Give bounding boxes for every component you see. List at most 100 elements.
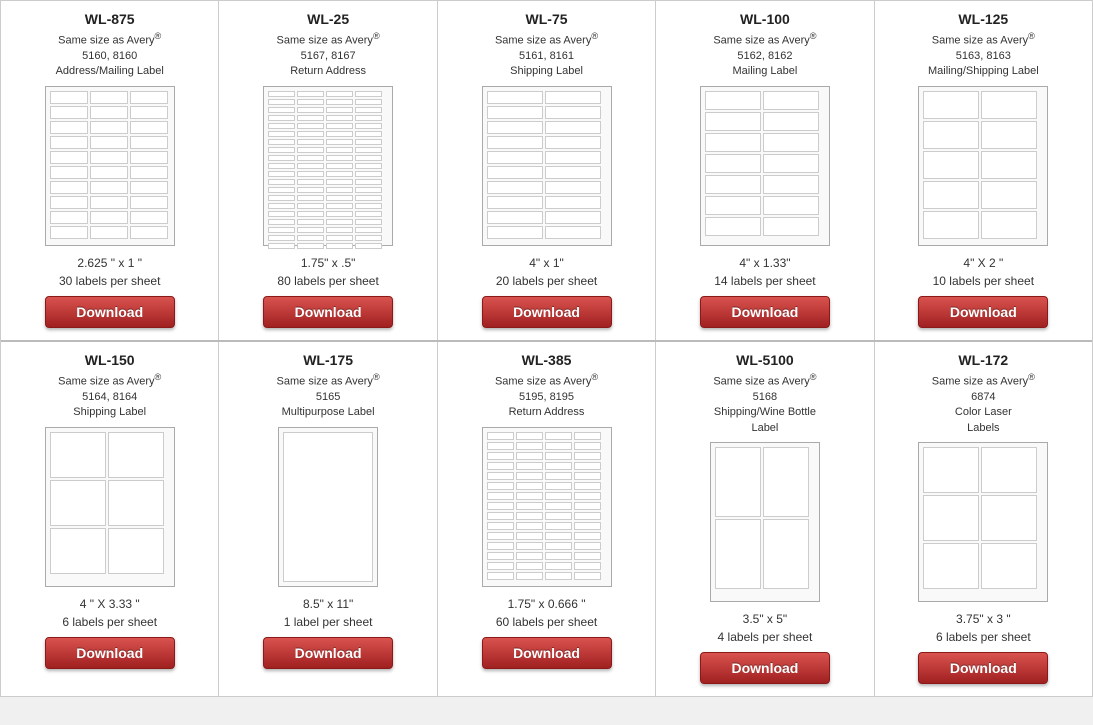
label-cell — [90, 181, 128, 194]
label-cell — [268, 107, 295, 113]
label-cell — [516, 492, 543, 500]
label-preview — [482, 86, 612, 246]
label-cell — [90, 226, 128, 239]
download-button-wl-150[interactable]: Download — [45, 637, 175, 669]
label-cell — [326, 115, 353, 121]
label-preview — [45, 86, 175, 246]
label-cell — [574, 472, 601, 480]
label-cell — [326, 179, 353, 185]
card-size: 1.75" x .5"80 labels per sheet — [277, 254, 378, 290]
label-cell — [487, 542, 514, 550]
download-button-wl-175[interactable]: Download — [263, 637, 393, 669]
label-cell — [545, 181, 601, 194]
card-size: 3.75" x 3 "6 labels per sheet — [936, 610, 1031, 646]
label-cell — [487, 472, 514, 480]
label-cell — [326, 123, 353, 129]
label-cell — [297, 91, 324, 97]
label-cell — [705, 175, 761, 194]
label-cell — [355, 211, 382, 217]
label-cell — [355, 179, 382, 185]
card-title: WL-150 — [85, 352, 135, 368]
download-button-wl-172[interactable]: Download — [918, 652, 1048, 684]
card-subtitle: Same size as Avery®5168Shipping/Wine Bot… — [713, 371, 816, 436]
label-cell — [297, 187, 324, 193]
label-cell — [545, 522, 572, 530]
label-cell — [981, 91, 1037, 119]
label-cell — [326, 91, 353, 97]
download-button-wl-385[interactable]: Download — [482, 637, 612, 669]
label-cell — [487, 91, 543, 104]
label-cell — [516, 522, 543, 530]
label-cell — [545, 542, 572, 550]
label-cell — [268, 235, 295, 241]
label-cell — [268, 123, 295, 129]
label-preview — [45, 427, 175, 587]
label-cell — [923, 495, 979, 541]
label-cell — [268, 243, 295, 249]
label-cell — [516, 512, 543, 520]
card-title: WL-75 — [526, 11, 568, 27]
label-cell — [574, 542, 601, 550]
label-cell — [326, 235, 353, 241]
label-cell — [516, 532, 543, 540]
label-cell — [545, 492, 572, 500]
label-cell — [130, 166, 168, 179]
label-cell — [297, 115, 324, 121]
label-cell — [545, 211, 601, 224]
label-cell — [516, 562, 543, 570]
label-cell — [50, 106, 88, 119]
label-cell — [545, 502, 572, 510]
label-cell — [574, 492, 601, 500]
label-cell — [705, 154, 761, 173]
label-cell — [574, 482, 601, 490]
label-cell — [923, 91, 979, 119]
label-cell — [487, 552, 514, 560]
label-cell — [297, 107, 324, 113]
download-button-wl-75[interactable]: Download — [482, 296, 612, 328]
label-cell — [981, 181, 1037, 209]
label-cell — [268, 115, 295, 121]
label-cell — [763, 519, 809, 589]
card-size: 4" x 1"20 labels per sheet — [496, 254, 597, 290]
label-cell — [981, 543, 1037, 589]
label-cell — [574, 572, 601, 580]
label-cell — [715, 519, 761, 589]
label-cell — [545, 226, 601, 239]
card-size: 4" X 2 "10 labels per sheet — [933, 254, 1034, 290]
label-cell — [50, 196, 88, 209]
label-cell — [545, 482, 572, 490]
label-cell — [50, 166, 88, 179]
label-cell — [130, 151, 168, 164]
label-cell — [545, 442, 572, 450]
label-cell — [326, 139, 353, 145]
label-cell — [297, 243, 324, 249]
label-cell — [355, 139, 382, 145]
download-button-wl-5100[interactable]: Download — [700, 652, 830, 684]
label-cell — [268, 139, 295, 145]
label-cell — [326, 243, 353, 249]
label-cell — [50, 226, 88, 239]
label-cell — [574, 432, 601, 440]
download-button-wl-875[interactable]: Download — [45, 296, 175, 328]
label-cell — [283, 432, 373, 582]
download-button-wl-100[interactable]: Download — [700, 296, 830, 328]
label-cell — [90, 151, 128, 164]
label-cell — [268, 131, 295, 137]
download-button-wl-125[interactable]: Download — [918, 296, 1048, 328]
label-cell — [90, 136, 128, 149]
label-cell — [130, 121, 168, 134]
label-cell — [923, 447, 979, 493]
label-cell — [545, 552, 572, 560]
label-cell — [487, 151, 543, 164]
download-button-wl-25[interactable]: Download — [263, 296, 393, 328]
label-cell — [297, 235, 324, 241]
label-preview — [918, 86, 1048, 246]
label-cell — [130, 196, 168, 209]
label-cell — [268, 155, 295, 161]
label-cell — [326, 187, 353, 193]
label-cell — [705, 91, 761, 110]
label-cell — [268, 227, 295, 233]
label-cell — [130, 91, 168, 104]
label-cell — [268, 179, 295, 185]
label-cell — [90, 211, 128, 224]
